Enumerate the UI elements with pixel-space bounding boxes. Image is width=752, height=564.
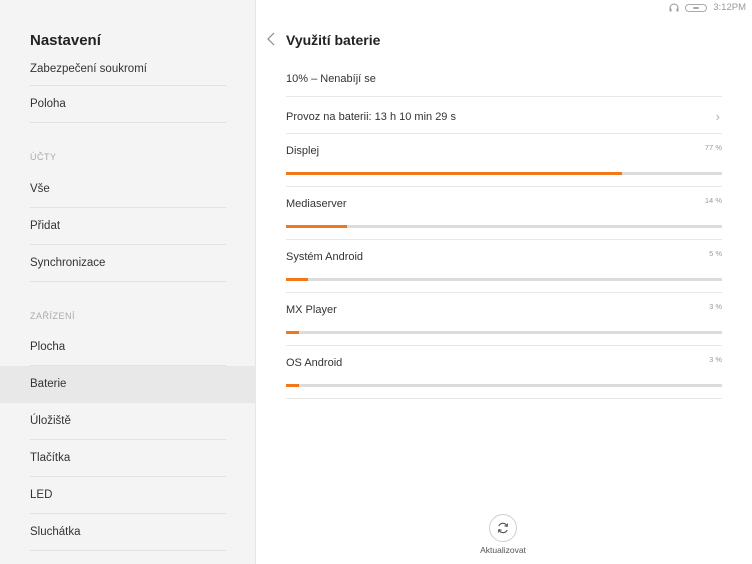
app-usage-row[interactable]: MX Player 3 %	[286, 293, 722, 346]
sidebar-item-led[interactable]: LED	[30, 477, 226, 514]
settings-sidebar: Nastavení Zabezpečení soukromí Poloha ÚČ…	[0, 0, 256, 564]
sidebar-item-location[interactable]: Poloha	[30, 86, 226, 123]
usage-bar-fill	[286, 172, 622, 175]
sidebar-item-storage[interactable]: Úložiště	[30, 403, 226, 440]
usage-bar-fill	[286, 225, 347, 228]
usage-bar-track	[286, 384, 722, 387]
page-title: Využití baterie	[286, 32, 381, 48]
usage-bar-fill	[286, 278, 308, 281]
sidebar-item-headphones[interactable]: Sluchátka	[30, 514, 226, 551]
app-name: Mediaserver	[286, 198, 347, 210]
battery-runtime-text: Provoz na baterii: 13 h 10 min 29 s	[286, 111, 456, 123]
app-name: Systém Android	[286, 251, 364, 263]
sidebar-title: Nastavení	[30, 32, 101, 49]
usage-bar-fill	[286, 384, 299, 387]
usage-bar-track	[286, 172, 722, 175]
sidebar-item-privacy[interactable]: Zabezpečení soukromí	[30, 52, 226, 86]
app-usage-row[interactable]: Mediaserver 14 %	[286, 187, 722, 240]
refresh-label: Aktualizovat	[480, 545, 526, 555]
usage-bar-track	[286, 225, 722, 228]
app-percent: 77 %	[704, 143, 722, 152]
sidebar-item-battery[interactable]: Baterie	[30, 366, 226, 403]
usage-bar-track	[286, 278, 722, 281]
usage-bar-fill	[286, 331, 299, 334]
app-name: MX Player	[286, 304, 337, 316]
app-name: OS Android	[286, 357, 343, 369]
refresh-icon	[497, 522, 509, 534]
section-header-accounts: ÚČTY	[30, 152, 57, 162]
charge-status-text: 10% – Nenabíjí se	[286, 73, 376, 85]
battery-usage-pane: Využití baterie 10% – Nenabíjí se Provoz…	[256, 0, 752, 564]
app-percent: 14 %	[704, 196, 722, 205]
app-percent: 3 %	[709, 355, 722, 364]
app-usage-row[interactable]: Systém Android 5 %	[286, 240, 722, 293]
battery-runtime-row[interactable]: Provoz na baterii: 13 h 10 min 29 s ›	[286, 97, 722, 134]
app-usage-row[interactable]: Displej 77 %	[286, 134, 722, 187]
sidebar-item-all-accounts[interactable]: Vše	[30, 171, 226, 208]
charge-status-row: 10% – Nenabíjí se	[286, 60, 722, 97]
section-header-device: ZAŘÍZENÍ	[30, 311, 76, 321]
usage-bar-track	[286, 331, 722, 334]
sidebar-item-sync[interactable]: Synchronizace	[30, 245, 226, 282]
app-percent: 5 %	[709, 249, 722, 258]
chevron-right-icon: ›	[715, 109, 720, 124]
back-chevron-icon[interactable]	[264, 31, 278, 47]
sidebar-item-add-account[interactable]: Přidat	[30, 208, 226, 245]
refresh-button[interactable]	[489, 514, 517, 542]
app-name: Displej	[286, 145, 320, 157]
sidebar-item-buttons[interactable]: Tlačítka	[30, 440, 226, 477]
app-percent: 3 %	[709, 302, 722, 311]
sidebar-item-home-screen[interactable]: Plocha	[30, 329, 226, 366]
app-usage-row[interactable]: OS Android 3 %	[286, 346, 722, 399]
